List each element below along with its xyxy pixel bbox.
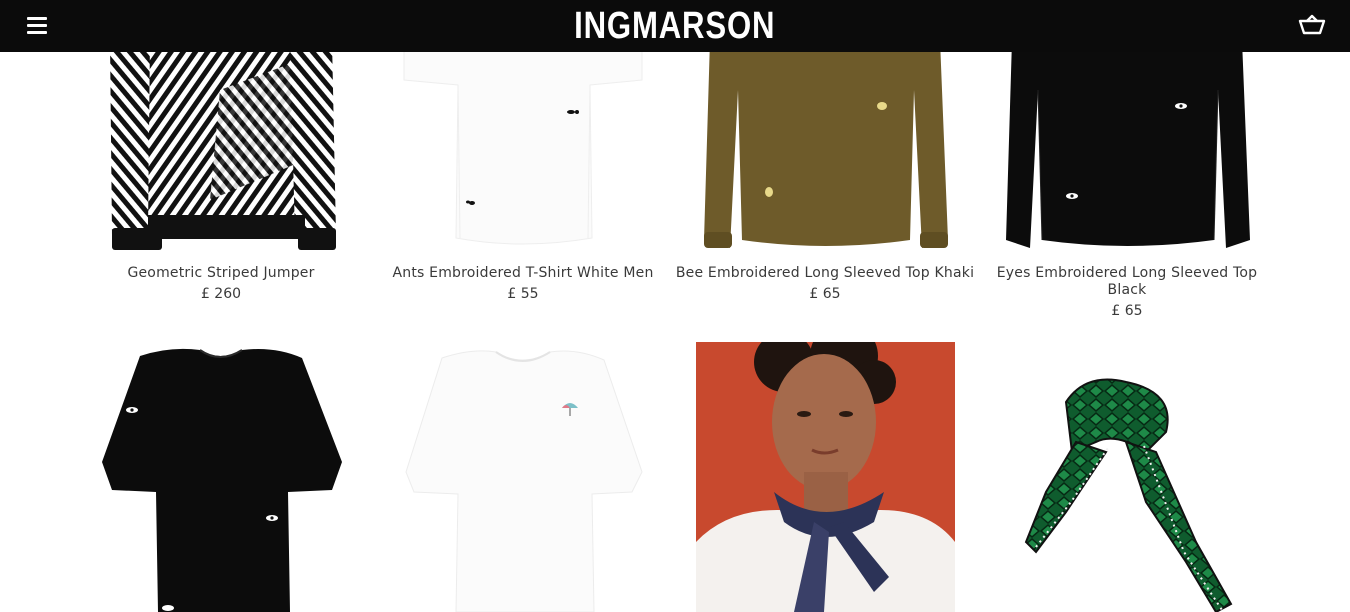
product-image[interactable] xyxy=(976,342,1278,612)
product-price: £ 260 xyxy=(200,286,242,302)
product-title[interactable]: Geometric Striped Jumper xyxy=(70,265,372,282)
product-image[interactable] xyxy=(674,342,976,612)
site-header: INGMARSON xyxy=(0,0,1350,52)
hamburger-menu-icon[interactable] xyxy=(27,17,47,34)
brand-logo[interactable]: INGMARSON xyxy=(574,0,775,52)
product-price: £ 65 xyxy=(1111,303,1143,319)
product-price: £ 65 xyxy=(809,286,841,302)
product-title[interactable]: Ants Embroidered T-Shirt White Men xyxy=(372,265,674,282)
product-grid: Geometric Striped Jumper £ 260 Ants Embr… xyxy=(0,0,1350,612)
product-price: £ 55 xyxy=(507,286,539,302)
product-image[interactable] xyxy=(70,342,372,612)
product-title[interactable]: Bee Embroidered Long Sleeved Top Khaki xyxy=(674,265,976,282)
basket-icon[interactable] xyxy=(1298,14,1326,36)
product-image[interactable] xyxy=(372,342,674,612)
product-title[interactable]: Eyes Embroidered Long Sleeved Top Black xyxy=(976,265,1278,299)
